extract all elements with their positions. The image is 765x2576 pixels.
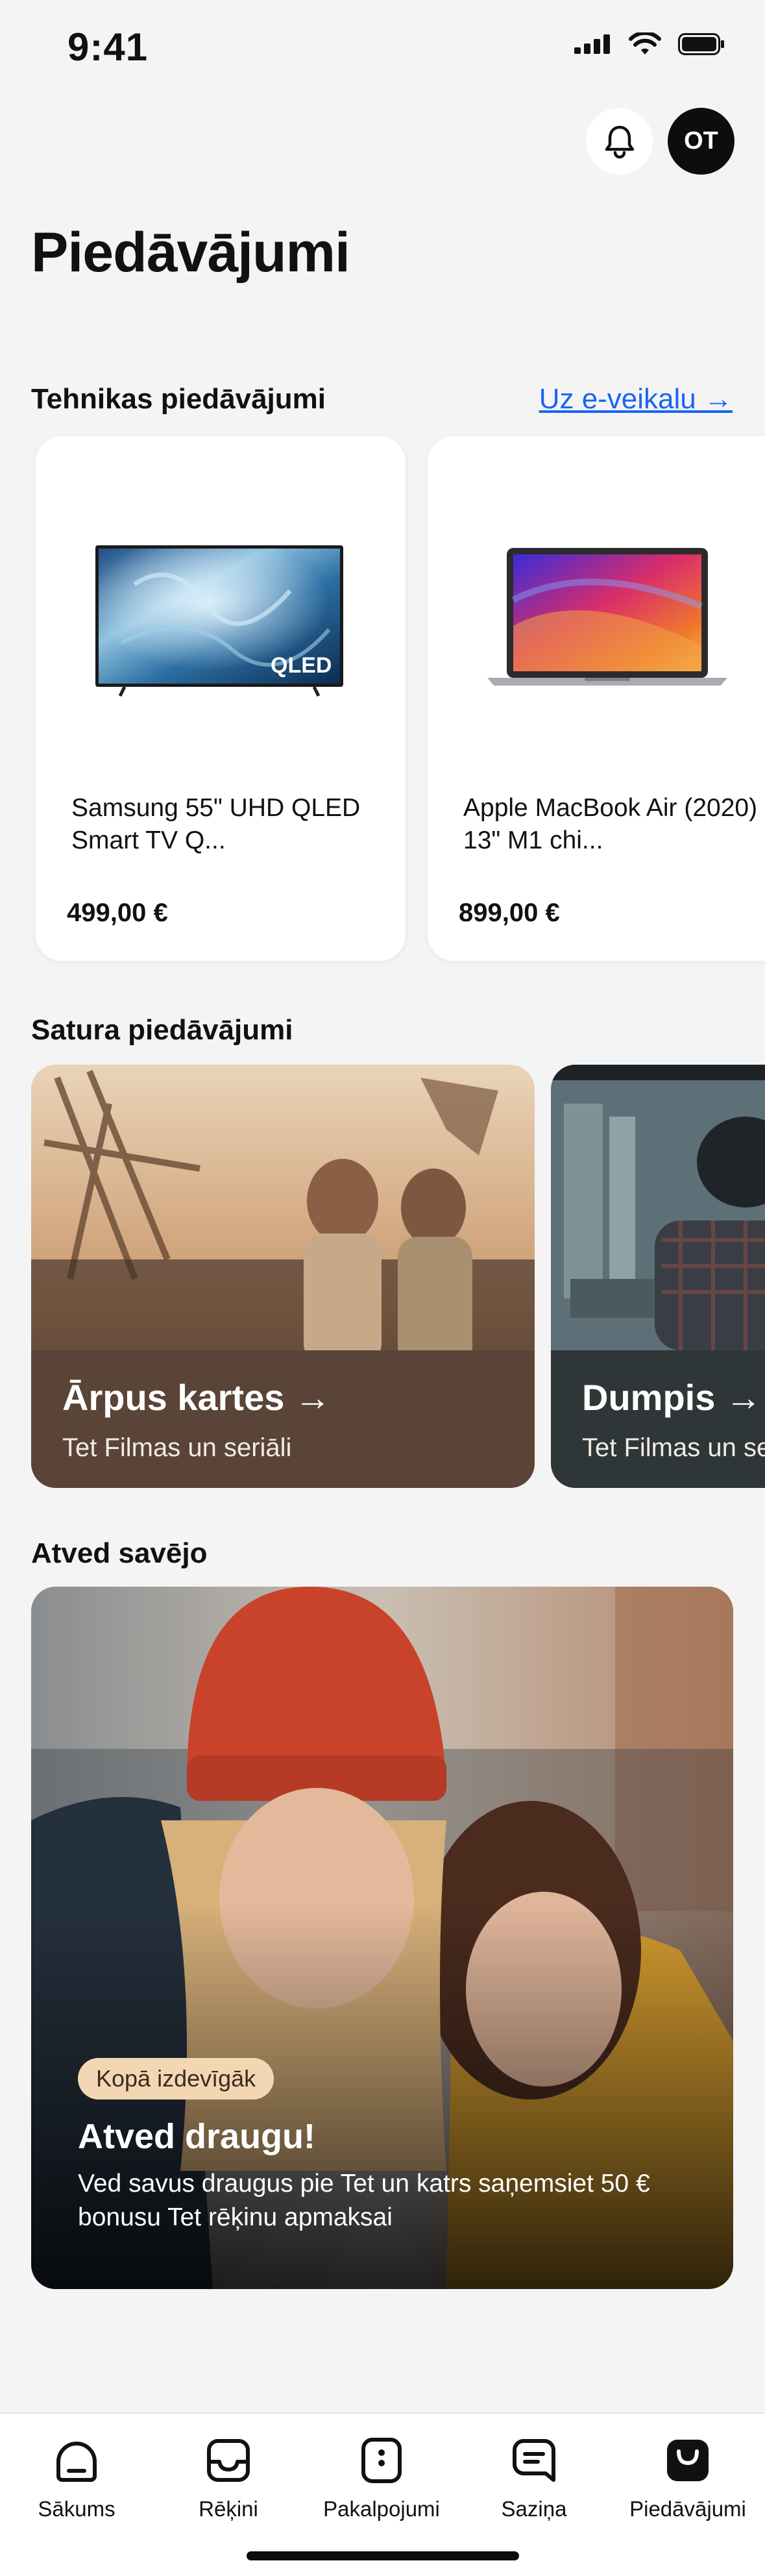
page-title: Piedāvājumi bbox=[31, 221, 350, 284]
content-subtitle: Tet Filmas un seriāli bbox=[62, 1433, 292, 1462]
tab-label: Saziņa bbox=[501, 2497, 567, 2521]
e-shop-link[interactable]: Uz e-veikalu → bbox=[539, 383, 733, 415]
home-indicator[interactable] bbox=[247, 2551, 519, 2560]
chat-icon bbox=[513, 2439, 555, 2482]
content-card-footer: Ārpus kartes → Tet Filmas un seriāli bbox=[31, 1350, 535, 1488]
promo-title: Atved draugu! bbox=[78, 2117, 316, 2156]
status-icons bbox=[574, 32, 725, 56]
tab-services[interactable]: Pakalpojumi bbox=[310, 2425, 453, 2521]
tab-invoices[interactable]: Rēķini bbox=[157, 2425, 300, 2521]
offers-screen: 9:41 OT Piedāvājumi Tehnikas piedāvājumi… bbox=[0, 0, 765, 2576]
promo-badge: Kopā izdevīgāk bbox=[78, 2058, 274, 2099]
tab-label: Pakalpojumi bbox=[323, 2497, 440, 2521]
referral-banner[interactable]: Kopā izdevīgāk Atved draugu! Ved savus d… bbox=[31, 1587, 733, 2289]
tab-contact[interactable]: Saziņa bbox=[463, 2425, 605, 2521]
tab-home[interactable]: Sākums bbox=[5, 2425, 148, 2521]
laptop-image bbox=[487, 548, 727, 686]
tab-label: Sākums bbox=[38, 2497, 115, 2521]
status-time: 9:41 bbox=[67, 25, 149, 69]
product-name: Apple MacBook Air (2020) 13" M1 chi... bbox=[463, 794, 758, 854]
cellular-signal-icon bbox=[574, 34, 610, 54]
inbox-icon bbox=[207, 2439, 250, 2482]
offers-bag-icon bbox=[667, 2440, 709, 2481]
tech-section-title: Tehnikas piedāvājumi bbox=[31, 383, 326, 415]
content-title: Ārpus kartes → bbox=[62, 1377, 331, 1418]
product-name: Samsung 55" UHD QLED Smart TV Q... bbox=[71, 794, 361, 854]
content-section-title: Satura piedāvājumi bbox=[31, 1014, 293, 1046]
tab-offers[interactable]: Piedāvājumi bbox=[616, 2425, 759, 2521]
battery-icon bbox=[678, 33, 724, 55]
tab-label: Rēķini bbox=[199, 2497, 258, 2521]
content-card[interactable]: Ārpus kartes → Tet Filmas un seriāli bbox=[31, 1065, 535, 1488]
content-card-footer: Dumpis → Tet Filmas un seriāli bbox=[551, 1350, 765, 1488]
product-card[interactable]: QLED Samsung 55" UHD QLED Smart TV Q... … bbox=[36, 436, 406, 961]
content-card[interactable]: Dumpis → Tet Filmas un seriāli bbox=[551, 1065, 765, 1488]
tab-label: Piedāvājumi bbox=[629, 2497, 746, 2521]
bell-icon bbox=[605, 125, 634, 158]
notifications-button[interactable] bbox=[586, 108, 653, 175]
product-price: 499,00 € bbox=[67, 898, 168, 927]
wifi-icon bbox=[629, 32, 661, 55]
product-price: 899,00 € bbox=[459, 898, 560, 927]
svg-text:QLED: QLED bbox=[271, 653, 332, 678]
tv-image: QLED bbox=[95, 545, 343, 697]
promo-text: Ved savus draugus pie Tet un katrs saņem… bbox=[78, 2170, 650, 2231]
services-icon bbox=[361, 2438, 402, 2483]
avatar[interactable]: OT bbox=[668, 108, 735, 175]
referral-section-title: Atved savējo bbox=[31, 1537, 208, 1569]
content-title: Dumpis → bbox=[582, 1377, 762, 1418]
product-card[interactable]: Apple MacBook Air (2020) 13" M1 chi... 8… bbox=[428, 436, 765, 961]
home-icon bbox=[56, 2442, 97, 2482]
content-subtitle: Tet Filmas un seriāli bbox=[582, 1433, 765, 1462]
